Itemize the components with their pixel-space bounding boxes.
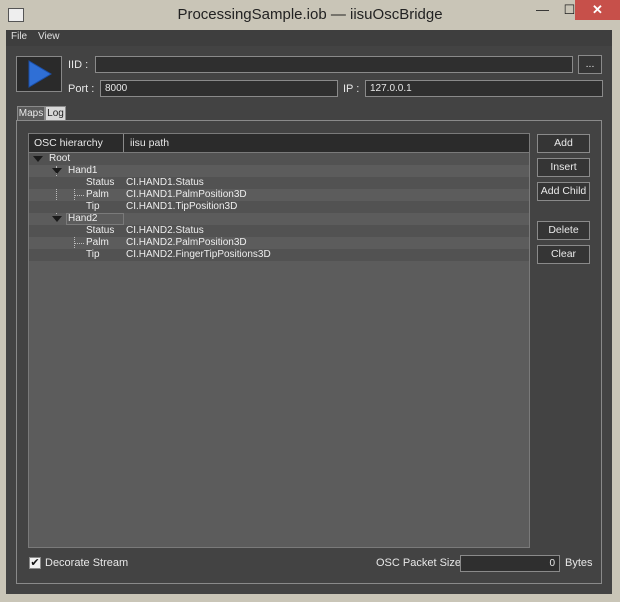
expand-arrow-icon[interactable]	[33, 156, 43, 162]
port-input[interactable]: 8000	[100, 80, 338, 97]
node-label: Hand1	[68, 165, 98, 176]
node-label: Root	[49, 153, 71, 164]
iisu-path-cell: CI.HAND1.TipPosition3D	[126, 201, 238, 212]
node-label: Status	[86, 225, 115, 236]
tree-row-hand1-status[interactable]: Status CI.HAND1.Status	[29, 177, 529, 189]
play-button[interactable]	[16, 56, 62, 92]
iisu-path-cell: CI.HAND2.FingerTipPositions3D	[126, 249, 271, 260]
window-title: ProcessingSample.iob — iisuOscBridge	[177, 6, 443, 23]
title-bar: ProcessingSample.iob — iisuOscBridge — ☐…	[0, 0, 620, 30]
selection-outline	[66, 213, 124, 225]
iisu-path-cell: CI.HAND1.Status	[126, 177, 204, 188]
add-button[interactable]: Add	[537, 134, 590, 153]
node-label: Tip	[86, 201, 100, 212]
packet-size-label: OSC Packet Size :	[376, 557, 468, 569]
tree-row-hand1-palm[interactable]: Palm CI.HAND1.PalmPosition3D	[29, 189, 529, 201]
tree-header: OSC hierarchy iisu path	[29, 134, 529, 153]
tree-row-hand1-tip[interactable]: Tip CI.HAND1.TipPosition3D	[29, 201, 529, 213]
clear-button[interactable]: Clear	[537, 245, 590, 264]
decorate-stream-label: Decorate Stream	[45, 557, 129, 569]
tree-row-hand2-tip[interactable]: Tip CI.HAND2.FingerTipPositions3D	[29, 249, 529, 261]
column-osc-hierarchy[interactable]: OSC hierarchy	[29, 134, 124, 152]
iid-label: IID :	[68, 59, 89, 71]
delete-button[interactable]: Delete	[537, 221, 590, 240]
tree-row-hand2-palm[interactable]: Palm CI.HAND2.PalmPosition3D	[29, 237, 529, 249]
tab-maps[interactable]: Maps	[17, 106, 45, 121]
tree-row-hand2-status[interactable]: Status CI.HAND2.Status	[29, 225, 529, 237]
node-label: Tip	[86, 249, 100, 260]
iisu-path-cell: CI.HAND1.PalmPosition3D	[126, 189, 247, 200]
minimize-button[interactable]: —	[529, 0, 556, 20]
column-iisu-path[interactable]: iisu path	[125, 134, 529, 152]
expand-arrow-icon[interactable]	[52, 168, 62, 174]
node-label: Palm	[86, 189, 109, 200]
play-icon	[28, 60, 52, 88]
menu-bar: File View	[0, 30, 620, 46]
ip-input[interactable]: 127.0.0.1	[365, 80, 603, 97]
osc-tree-view[interactable]: OSC hierarchy iisu path Root Hand1 Statu…	[28, 133, 530, 548]
insert-button[interactable]: Insert	[537, 158, 590, 177]
iisu-path-cell: CI.HAND2.PalmPosition3D	[126, 237, 247, 248]
port-label: Port :	[68, 83, 95, 95]
menu-view[interactable]: View	[38, 31, 60, 42]
add-child-button[interactable]: Add Child	[537, 182, 590, 201]
decorate-stream-checkbox[interactable]: ✔	[29, 557, 41, 569]
node-label: Status	[86, 177, 115, 188]
tree-row-root[interactable]: Root	[29, 153, 529, 165]
tab-log[interactable]: Log	[45, 106, 66, 121]
ip-label: IP :	[343, 83, 360, 95]
browse-button[interactable]: ...	[578, 55, 602, 74]
expand-arrow-icon[interactable]	[52, 216, 62, 222]
iid-input[interactable]	[95, 56, 573, 73]
bytes-label: Bytes	[565, 557, 593, 569]
menu-file[interactable]: File	[11, 31, 27, 42]
node-label: Palm	[86, 237, 109, 248]
tree-row-hand2[interactable]: Hand2	[29, 213, 529, 225]
iisu-path-cell: CI.HAND2.Status	[126, 225, 204, 236]
packet-size-field: 0	[460, 555, 560, 572]
close-button[interactable]: ✕	[575, 0, 620, 20]
tree-row-hand1[interactable]: Hand1	[29, 165, 529, 177]
